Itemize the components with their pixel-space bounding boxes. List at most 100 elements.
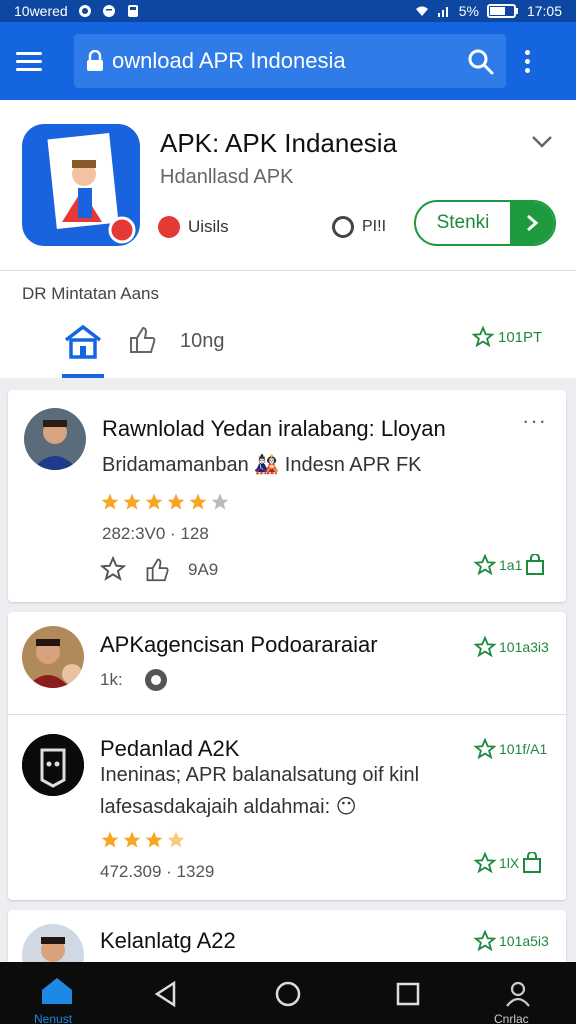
- card-badge[interactable]: 101a5i3: [474, 930, 549, 952]
- card-title[interactable]: Rawnlolad Yedan iralabang: Lloyan: [102, 416, 446, 442]
- bottom-nav: Nenust Cnrlac: [0, 962, 576, 1024]
- bag-icon: [526, 554, 545, 575]
- tab-count[interactable]: 10ng: [180, 330, 225, 353]
- star-icon: [123, 831, 141, 848]
- star-half-icon: [167, 831, 185, 848]
- star-half-icon: [211, 493, 229, 510]
- card-badge-label: 1lX: [499, 855, 520, 871]
- star-icon: [167, 493, 185, 510]
- app-icon: [22, 124, 140, 246]
- avatar: [22, 626, 84, 688]
- search-input[interactable]: ownload APR Indonesia: [74, 34, 506, 88]
- star-icon: [145, 831, 163, 848]
- star-icon: [101, 831, 119, 848]
- recents-icon[interactable]: [394, 980, 422, 1008]
- lock-icon: [87, 50, 103, 71]
- card-title[interactable]: Kelanlatg A22: [100, 928, 236, 954]
- card-title[interactable]: APKagencisan Podoararaiar: [100, 632, 378, 658]
- card-meta: 282:3V0 · 128: [102, 524, 209, 543]
- back-icon[interactable]: [152, 980, 180, 1008]
- star-outline-icon: [472, 326, 494, 348]
- avatar: [22, 734, 84, 796]
- card-title[interactable]: Pedanlad A2K: [100, 736, 239, 762]
- star-outline-icon: [474, 738, 496, 760]
- more-horiz-icon[interactable]: ···: [522, 408, 547, 434]
- star-outline-icon: [474, 636, 496, 658]
- search-query: ownload APR Indonesia: [112, 48, 346, 73]
- user-badge-icon: [158, 216, 180, 238]
- star-outline-icon: [474, 930, 496, 952]
- card-meta: 1k:: [100, 670, 123, 689]
- battery-percent: 5%: [458, 3, 479, 19]
- card-badge-label: 1a1: [499, 557, 523, 573]
- install-label: Stenki: [436, 212, 490, 233]
- sim-icon: [127, 5, 138, 17]
- app-title: APK: APK Indanesia: [160, 128, 398, 158]
- nav-profile-label[interactable]: Cnrlac: [494, 1012, 529, 1024]
- emoji-icon: 🎎: [254, 454, 280, 476]
- notification-icon: [78, 5, 91, 17]
- thumbs-up-icon[interactable]: [128, 324, 156, 354]
- wifi-icon: [415, 6, 428, 16]
- divider: [0, 270, 576, 271]
- tab-rating[interactable]: 101PT: [472, 326, 542, 348]
- review-list-card: APKagencisan Podoararaiar 1k: 101a3i3 Pe…: [8, 612, 566, 900]
- battery-icon: [486, 4, 518, 18]
- users-stat: Uisils: [158, 216, 229, 238]
- card-subtitle-suffix: Indesn APR FK: [284, 454, 422, 476]
- card-subtitle: Bridamamanban 🎎 Indesn APR FK: [102, 452, 422, 477]
- carrier-label: 10wered: [14, 3, 68, 19]
- like-count: 9A9: [188, 560, 219, 579]
- clock: 17:05: [526, 3, 562, 19]
- card-line-2: lafesasdakajaih aldahmai: 😶: [100, 794, 357, 819]
- star-icon: [145, 493, 163, 510]
- star-rating: [100, 830, 186, 850]
- divider: [8, 714, 566, 715]
- section-title: DR Mintatan Aans: [22, 284, 160, 303]
- loading-icon: [332, 216, 354, 238]
- tab-bar: 10ng 101PT: [0, 316, 576, 378]
- card-badge-label: 101a3i3: [499, 639, 549, 655]
- review-card[interactable]: Kelanlatg A22 101a5i3: [8, 910, 566, 986]
- menu-icon[interactable]: [16, 44, 50, 78]
- bag-icon: [523, 852, 542, 873]
- app-header: APK: APK Indanesia Hdanllasd APK Uisils …: [0, 100, 576, 378]
- permissions-label: PI!I: [362, 218, 387, 235]
- signal-icon: [437, 7, 448, 17]
- avatar: [24, 408, 86, 470]
- star-icon: [123, 493, 141, 510]
- tab-rating-label: 101PT: [498, 328, 543, 346]
- nav-home-label[interactable]: Nenust: [34, 1012, 72, 1024]
- search-icon[interactable]: [466, 47, 494, 75]
- card-subtitle-text: Bridamamanban: [102, 454, 249, 476]
- star-icon: [189, 493, 207, 510]
- chevron-down-icon[interactable]: [528, 128, 556, 156]
- tab-home-icon[interactable]: [62, 324, 104, 360]
- star-outline-icon: [474, 852, 496, 874]
- more-vert-icon[interactable]: [522, 49, 532, 73]
- app-bar: ownload APR Indonesia: [0, 22, 576, 100]
- tab-indicator: [62, 374, 104, 378]
- thumbs-up-icon[interactable]: [144, 556, 170, 582]
- card-line-2-text: lafesasdakajaih aldahmai:: [100, 796, 331, 818]
- card-badge[interactable]: 101a3i3: [474, 636, 549, 658]
- review-card[interactable]: Rawnlolad Yedan iralabang: Lloyan ··· Br…: [8, 390, 566, 602]
- app-developer[interactable]: Hdanllasd APK: [160, 166, 293, 189]
- card-badge[interactable]: 1a1: [474, 554, 545, 576]
- install-button[interactable]: Stenki: [414, 200, 556, 246]
- card-badge[interactable]: 1lX: [474, 852, 542, 874]
- users-label: Uisils: [188, 217, 229, 236]
- card-badge[interactable]: 101f/A1: [474, 738, 547, 760]
- chevron-right-icon: [510, 202, 554, 244]
- nav-home-icon[interactable]: [40, 976, 74, 1006]
- card-badge-label: 101a5i3: [499, 933, 549, 949]
- permissions-stat: PI!I: [332, 216, 386, 238]
- home-circle-icon[interactable]: [274, 980, 302, 1008]
- profile-icon[interactable]: [504, 980, 532, 1008]
- card-badge-label: 101f/A1: [499, 741, 548, 757]
- status-bar: 10wered 5% 17:05: [0, 0, 576, 22]
- star-outline-icon: [474, 554, 496, 576]
- emoji-icon: 😶: [335, 796, 357, 818]
- star-outline-icon[interactable]: [100, 556, 126, 582]
- card-line-1: Ineninas; APR balanalsatung oif kinl: [100, 764, 420, 786]
